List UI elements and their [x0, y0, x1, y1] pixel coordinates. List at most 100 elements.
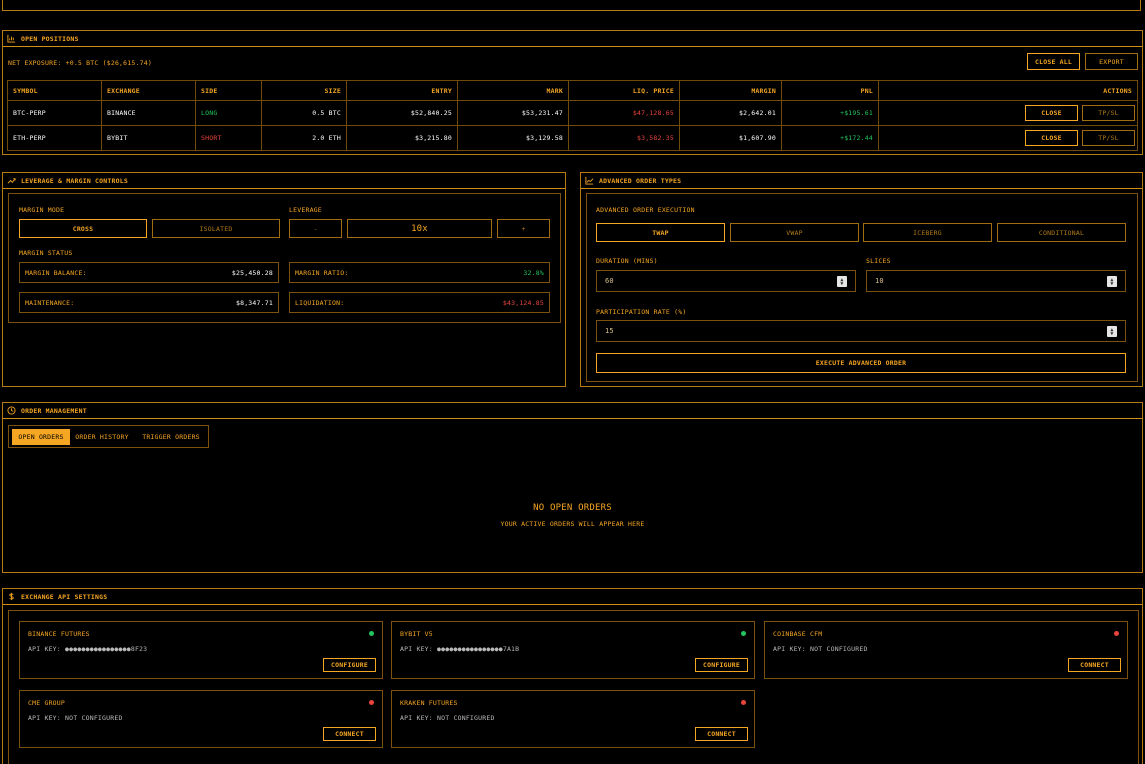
status-dot-icon — [1114, 631, 1119, 636]
cross-button[interactable]: CROSS — [19, 219, 147, 238]
leverage-decrease-button[interactable]: - — [289, 219, 342, 238]
margin-balance-stat: MARGIN BALANCE: $25,450.28 — [19, 262, 279, 283]
isolated-button[interactable]: ISOLATED — [152, 219, 280, 238]
stepper-down-icon[interactable]: ▼ — [840, 281, 843, 286]
positions-header-row: SYMBOL EXCHANGE SIDE SIZE ENTRY MARK LIQ… — [7, 80, 1138, 101]
order-management-header: ORDER MANAGEMENT — [3, 403, 1142, 419]
margin-status-label: MARGIN STATUS — [19, 249, 73, 257]
status-dot-icon — [741, 631, 746, 636]
duration-label: DURATION (MINS) — [596, 257, 658, 265]
stepper-down-icon[interactable]: ▼ — [1110, 281, 1113, 286]
maintenance-value: $8,347.71 — [235, 298, 273, 307]
cell-mark: $53,231.47 — [457, 100, 569, 126]
margin-ratio-stat: MARGIN RATIO: 32.8% — [289, 262, 550, 283]
api-key-text: API KEY: NOT CONFIGURED — [400, 714, 495, 722]
tpsl-button[interactable]: TP/SL — [1082, 130, 1135, 146]
margin-ratio-label: MARGIN RATIO: — [295, 268, 349, 277]
participation-value: 15 — [605, 327, 614, 335]
duration-value: 60 — [605, 277, 614, 285]
open-positions-header: OPEN POSITIONS — [3, 31, 1142, 47]
col-actions: ACTIONS — [878, 80, 1138, 101]
leverage-increase-button[interactable]: + — [497, 219, 550, 238]
leverage-panel: LEVERAGE & MARGIN CONTROLS MARGIN MODE C… — [2, 172, 566, 387]
cell-actions: CLOSE TP/SL — [878, 100, 1138, 126]
exchange-card-cme: CME GROUP API KEY: NOT CONFIGURED CONNEC… — [19, 690, 383, 748]
export-button[interactable]: EXPORT — [1085, 53, 1138, 70]
col-exchange: EXCHANGE — [101, 80, 196, 101]
tab-trigger-orders[interactable]: TRIGGER ORDERS — [136, 429, 206, 445]
advanced-orders-header: ADVANCED ORDER TYPES — [581, 173, 1142, 189]
margin-balance-value: $25,450.28 — [231, 268, 273, 277]
liquidation-label: LIQUIDATION: — [295, 298, 345, 307]
twap-button[interactable]: TWAP — [596, 223, 725, 242]
maintenance-label: MAINTENANCE: — [25, 298, 75, 307]
status-dot-icon — [741, 700, 746, 705]
table-row: ETH-PERP BYBIT SHORT 2.0 ETH $3,215.80 $… — [7, 125, 1138, 151]
liquidation-stat: LIQUIDATION: $43,124.85 — [289, 292, 550, 313]
close-all-button[interactable]: CLOSE ALL — [1027, 53, 1080, 70]
connect-button[interactable]: CONNECT — [323, 727, 376, 741]
margin-balance-label: MARGIN BALANCE: — [25, 268, 87, 277]
cell-entry: $52,840.25 — [346, 100, 458, 126]
execute-advanced-order-button[interactable]: EXECUTE ADVANCED ORDER — [596, 353, 1126, 373]
dollar-icon — [9, 592, 14, 601]
positions-table: SYMBOL EXCHANGE SIDE SIZE ENTRY MARK LIQ… — [7, 80, 1138, 151]
slices-input[interactable]: 10 ▲ ▼ — [866, 270, 1126, 292]
cell-pnl: +$195.61 — [781, 100, 879, 126]
exchange-name: BINANCE FUTURES — [28, 630, 90, 638]
cell-pnl: +$172.44 — [781, 125, 879, 151]
advanced-orders-panel: ADVANCED ORDER TYPES ADVANCED ORDER EXEC… — [580, 172, 1143, 387]
vwap-button[interactable]: VWAP — [730, 223, 859, 242]
api-key-text: API KEY: NOT CONFIGURED — [28, 714, 123, 722]
exchange-name: KRAKEN FUTURES — [400, 699, 458, 707]
participation-stepper[interactable]: ▲ ▼ — [1107, 326, 1117, 337]
leverage-label: LEVERAGE — [289, 206, 322, 214]
tpsl-button[interactable]: TP/SL — [1082, 105, 1135, 121]
order-tabs: OPEN ORDERS ORDER HISTORY TRIGGER ORDERS — [8, 425, 209, 448]
configure-button[interactable]: CONFIGURE — [695, 658, 748, 672]
exchange-name: COINBASE CFM — [773, 630, 823, 638]
close-position-button[interactable]: CLOSE — [1025, 130, 1078, 146]
cell-symbol: BTC-PERP — [7, 100, 102, 126]
cell-size: 2.0 ETH — [261, 125, 347, 151]
slices-stepper[interactable]: ▲ ▼ — [1107, 276, 1117, 287]
cell-entry: $3,215.80 — [346, 125, 458, 151]
api-key-text: API KEY: ●●●●●●●●●●●●●●●●8F23 — [28, 645, 148, 653]
connect-button[interactable]: CONNECT — [1068, 658, 1121, 672]
cell-exchange: BYBIT — [101, 125, 196, 151]
configure-button[interactable]: CONFIGURE — [323, 658, 376, 672]
api-settings-title: EXCHANGE API SETTINGS — [21, 592, 108, 601]
close-position-button[interactable]: CLOSE — [1025, 105, 1078, 121]
iceberg-button[interactable]: ICEBERG — [863, 223, 992, 242]
duration-stepper[interactable]: ▲ ▼ — [837, 276, 847, 287]
exchange-card-kraken: KRAKEN FUTURES API KEY: NOT CONFIGURED C… — [391, 690, 755, 748]
tab-order-history[interactable]: ORDER HISTORY — [72, 429, 132, 445]
liquidation-value: $43,124.85 — [502, 298, 544, 307]
conditional-button[interactable]: CONDITIONAL — [997, 223, 1126, 242]
cell-liq-price: $47,128.65 — [568, 100, 680, 126]
connect-button[interactable]: CONNECT — [695, 727, 748, 741]
empty-orders-subtitle: YOUR ACTIVE ORDERS WILL APPEAR HERE — [500, 520, 645, 528]
exchange-name: CME GROUP — [28, 699, 66, 707]
api-key-text: API KEY: ●●●●●●●●●●●●●●●●7A1B — [400, 645, 520, 653]
margin-ratio-value: 32.8% — [523, 268, 544, 277]
cell-exchange: BINANCE — [101, 100, 196, 126]
exchange-card-bybit: BYBIT V5 API KEY: ●●●●●●●●●●●●●●●●7A1B C… — [391, 621, 755, 679]
exchange-card-coinbase: COINBASE CFM API KEY: NOT CONFIGURED CON… — [764, 621, 1128, 679]
cell-margin: $2,642.01 — [679, 100, 782, 126]
advanced-orders-title: ADVANCED ORDER TYPES — [599, 176, 682, 185]
cell-size: 0.5 BTC — [261, 100, 347, 126]
open-positions-title: OPEN POSITIONS — [21, 34, 79, 43]
duration-input[interactable]: 60 ▲ ▼ — [596, 270, 856, 292]
cell-symbol: ETH-PERP — [7, 125, 102, 151]
leverage-title: LEVERAGE & MARGIN CONTROLS — [21, 176, 128, 185]
empty-orders-title: NO OPEN ORDERS — [533, 503, 612, 513]
col-liq-price: LIQ. PRICE — [568, 80, 680, 101]
col-pnl: PNL — [781, 80, 879, 101]
top-panel-fragment — [2, 0, 1141, 11]
tab-open-orders[interactable]: OPEN ORDERS — [12, 429, 70, 445]
stepper-down-icon[interactable]: ▼ — [1110, 331, 1113, 336]
slices-label: SLICES — [866, 257, 891, 265]
maintenance-stat: MAINTENANCE: $8,347.71 — [19, 292, 279, 313]
participation-input[interactable]: 15 ▲ ▼ — [596, 320, 1126, 342]
